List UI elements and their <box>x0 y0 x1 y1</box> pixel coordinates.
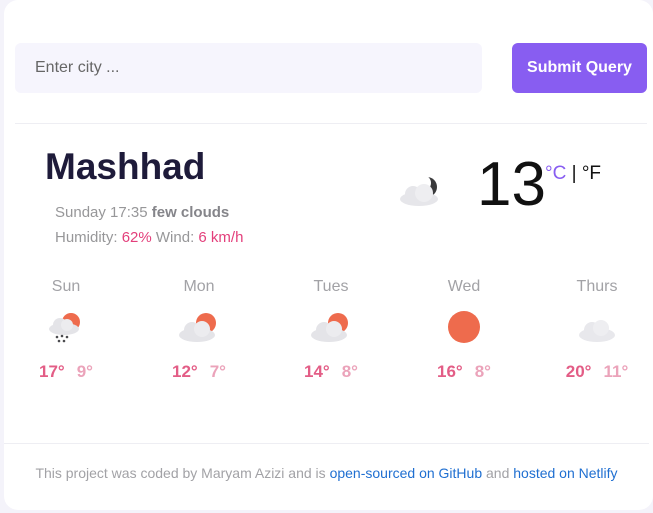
forecast-min-temp: 8° <box>341 362 358 381</box>
rain-cloud-sun-icon <box>49 313 80 343</box>
cloud-sun-icon <box>179 313 216 342</box>
forecast-min-temp: 7° <box>209 362 226 381</box>
forecast-day-name: Sun <box>51 278 81 295</box>
humidity-wind: Humidity: 62% Wind: 6 km/h <box>55 229 243 246</box>
humidity-value: 62% <box>121 229 152 246</box>
forecast-max-temp: 20° <box>565 362 592 381</box>
footer-credit: This project was coded by Maryam Azizi a… <box>35 465 326 481</box>
celsius-link[interactable]: °C <box>545 163 566 184</box>
weather-card: Submit Query Mashhad Sunday 17:35 few cl… <box>4 0 653 510</box>
forecast-day: Mon 12° 7° <box>154 278 244 382</box>
forecast: Sun 17° 9° Mon 12° 7° Tues 14° 8° Wed 16… <box>4 278 653 388</box>
unit-separator: | <box>571 163 577 184</box>
forecast-max-temp: 12° <box>172 362 198 381</box>
fahrenheit-link[interactable]: °F <box>582 163 601 184</box>
current-temperature: 13 <box>477 150 546 219</box>
unit-toggle: °C | °F <box>545 163 601 185</box>
wind-value: 6 km/h <box>198 229 244 246</box>
day-time: Sunday 17:35 <box>55 204 148 221</box>
date-description: Sunday 17:35 few clouds <box>55 204 229 221</box>
sun-icon <box>448 311 480 343</box>
github-link[interactable]: open-sourced on GitHub <box>330 465 483 481</box>
forecast-day-name: Tues <box>313 278 349 295</box>
forecast-day: Tues 14° 8° <box>286 278 376 382</box>
forecast-max-temp: 16° <box>437 362 463 381</box>
forecast-day-name: Thurs <box>576 278 618 295</box>
forecast-max-temp: 17° <box>39 362 65 381</box>
footer: This project was coded by Maryam Azizi a… <box>4 465 649 481</box>
forecast-day-name: Mon <box>183 278 215 295</box>
cloud-sun-icon <box>311 313 348 342</box>
netlify-link[interactable]: hosted on Netlify <box>513 465 617 481</box>
city-name: Mashhad <box>45 146 206 187</box>
forecast-min-temp: 9° <box>76 362 93 381</box>
forecast-min-temp: 8° <box>474 362 491 381</box>
weather-description: few clouds <box>151 204 230 221</box>
divider <box>15 123 647 124</box>
forecast-day: Wed 16° 8° <box>419 278 509 382</box>
divider <box>4 443 649 444</box>
wind-label: Wind: <box>155 229 195 246</box>
search-form: Submit Query <box>15 43 647 93</box>
footer-and: and <box>486 465 510 481</box>
city-search-input[interactable] <box>15 43 482 93</box>
humidity-label: Humidity: <box>55 229 118 246</box>
submit-query-button[interactable]: Submit Query <box>512 43 647 93</box>
forecast-day: Sun 17° 9° <box>21 278 111 382</box>
partly-cloudy-night-icon <box>400 175 438 206</box>
forecast-day-name: Wed <box>447 278 481 295</box>
cloud-icon <box>579 320 615 342</box>
forecast-min-temp: 11° <box>603 362 629 381</box>
forecast-max-temp: 14° <box>304 362 330 381</box>
forecast-day: Thurs 20° 11° <box>552 278 642 382</box>
